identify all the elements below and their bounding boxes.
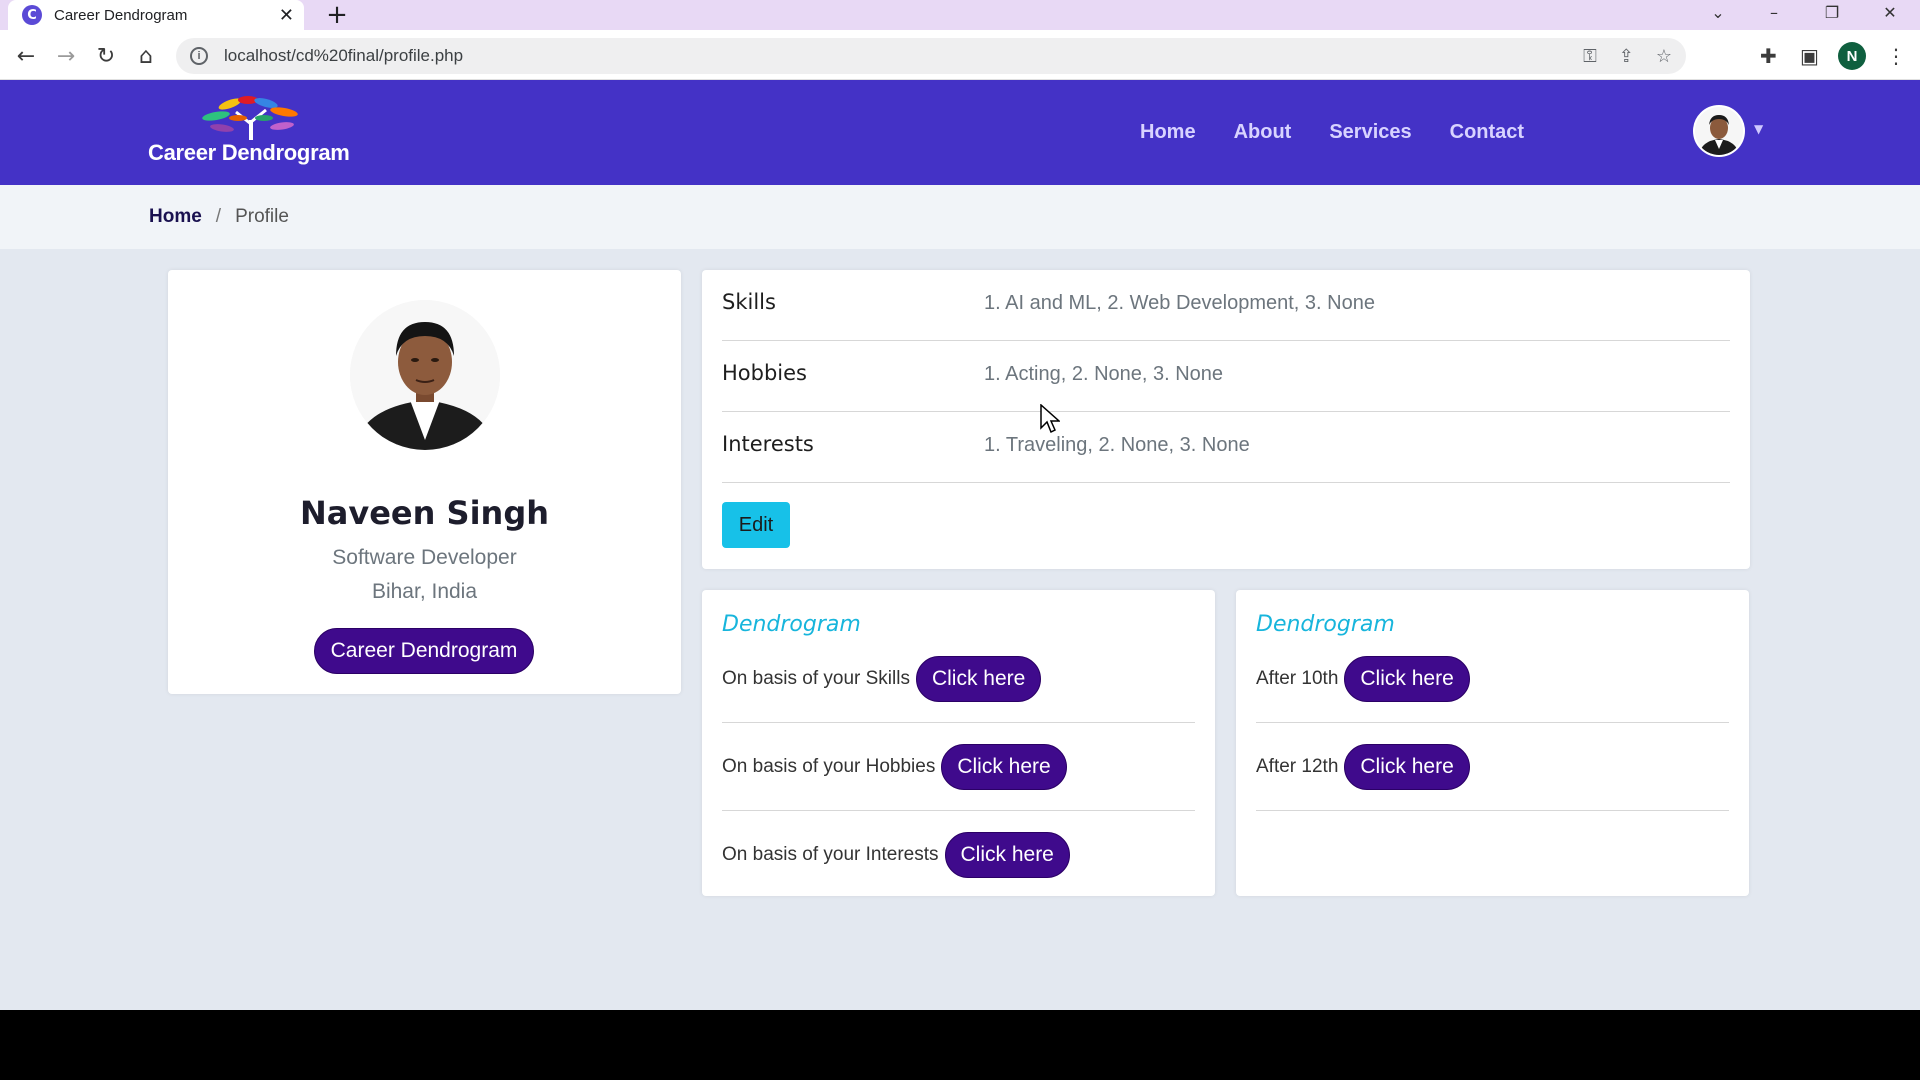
forward-icon[interactable]: → — [50, 40, 82, 72]
career-dendrogram-button[interactable]: Career Dendrogram — [314, 628, 534, 674]
edit-button[interactable]: Edit — [722, 502, 790, 548]
dendrogram-row-skills: On basis of your Skills Click here — [722, 635, 1195, 723]
dendrogram-card-education: Dendrogram After 10th Click here After 1… — [1236, 590, 1749, 896]
logo-text: Career Dendrogram — [148, 140, 350, 165]
extensions-icon[interactable]: ✚ — [1760, 44, 1777, 68]
close-window-button[interactable]: ✕ — [1870, 0, 1910, 24]
click-here-hobbies-button[interactable]: Click here — [941, 743, 1067, 790]
info-row-interests: Interests 1. Traveling, 2. None, 3. None — [722, 412, 1730, 483]
info-value: 1. AI and ML, 2. Web Development, 3. Non… — [984, 292, 1375, 314]
dendrogram-row-text: On basis of your Interests — [722, 844, 939, 865]
info-label: Hobbies — [722, 361, 807, 385]
site-info-icon[interactable]: i — [190, 47, 208, 65]
profile-photo — [350, 300, 500, 450]
dendrogram-row-text: After 12th — [1256, 755, 1339, 777]
taskbar-area — [0, 1010, 1920, 1080]
browser-profile-avatar[interactable]: N — [1838, 42, 1866, 70]
breadcrumb-current: Profile — [235, 206, 289, 227]
user-avatar-image — [1695, 107, 1743, 155]
mouse-cursor-icon — [1040, 404, 1060, 434]
site-logo[interactable]: Career Dendrogram — [148, 94, 368, 174]
home-icon[interactable]: ⌂ — [130, 40, 162, 72]
info-label: Skills — [722, 290, 776, 314]
breadcrumb-separator: / — [215, 206, 222, 227]
breadcrumb-home-link[interactable]: Home — [149, 206, 202, 228]
browser-tab-bar: C Career Dendrogram ✕ + ⌄ – ❐ ✕ — [0, 0, 1920, 30]
tab-search-icon[interactable]: ⌄ — [1698, 0, 1738, 24]
info-card: Skills 1. AI and ML, 2. Web Development,… — [702, 270, 1750, 569]
dendrogram-row-text: On basis of your Hobbies — [722, 755, 936, 777]
dendrogram-row-interests: On basis of your Interests Click here — [722, 811, 1195, 899]
profile-card: Naveen Singh Software Developer Bihar, I… — [168, 270, 681, 694]
profile-location: Bihar, India — [371, 580, 478, 603]
dendrogram-row-10th: After 10th Click here — [1256, 635, 1729, 723]
logo-tree-icon — [202, 96, 298, 140]
profile-role: Software Developer — [332, 546, 517, 569]
nav-contact[interactable]: Contact — [1450, 121, 1524, 144]
info-row-hobbies: Hobbies 1. Acting, 2. None, 3. None — [722, 341, 1730, 412]
share-icon[interactable]: ⇪ — [1619, 46, 1634, 67]
tab-title: Career Dendrogram — [54, 6, 188, 24]
reload-icon[interactable]: ↻ — [90, 40, 122, 72]
info-value: 1. Traveling, 2. None, 3. None — [984, 434, 1250, 456]
click-here-skills-button[interactable]: Click here — [915, 655, 1042, 702]
profile-name: Naveen Singh — [299, 494, 550, 532]
dendrogram-row-12th: After 12th Click here — [1256, 723, 1729, 811]
info-value: 1. Acting, 2. None, 3. None — [984, 363, 1224, 385]
page-viewport: Career Dendrogram Home About Services Co… — [0, 80, 1920, 1010]
dendrogram-row-text: On basis of your Skills — [722, 667, 910, 689]
side-panel-icon[interactable]: ▣ — [1800, 44, 1819, 68]
info-row-skills: Skills 1. AI and ML, 2. Web Development,… — [722, 270, 1730, 341]
profile-photo-image — [350, 300, 500, 450]
browser-toolbar: ← → ↻ ⌂ i localhost/cd%20final/profile.p… — [0, 30, 1920, 80]
bookmark-star-icon[interactable]: ☆ — [1656, 46, 1672, 67]
tab-favicon-icon: C — [22, 5, 42, 25]
new-tab-button[interactable]: + — [322, 0, 352, 30]
back-icon[interactable]: ← — [10, 40, 42, 72]
dendrogram-row-hobbies: On basis of your Hobbies Click here — [722, 723, 1195, 811]
restore-button[interactable]: ❐ — [1812, 0, 1852, 24]
dendrogram-card-basis: Dendrogram On basis of your Skills Click… — [702, 590, 1215, 896]
nav-home[interactable]: Home — [1140, 121, 1196, 144]
dendrogram-row-text: After 10th — [1256, 667, 1339, 689]
key-icon[interactable]: ⚿ — [1583, 46, 1597, 67]
minimize-button[interactable]: – — [1754, 0, 1794, 24]
dropdown-caret-icon[interactable]: ▼ — [1754, 122, 1763, 136]
url-text[interactable]: localhost/cd%20final/profile.php — [224, 46, 1561, 66]
click-here-10th-button[interactable]: Click here — [1344, 655, 1470, 702]
click-here-interests-button[interactable]: Click here — [944, 832, 1070, 878]
user-avatar[interactable] — [1693, 105, 1745, 157]
menu-dots-icon[interactable]: ⋮ — [1886, 44, 1906, 68]
info-label: Interests — [722, 432, 814, 456]
main-nav: Home About Services Contact — [1140, 80, 1562, 185]
nav-about[interactable]: About — [1234, 121, 1292, 144]
close-tab-icon[interactable]: ✕ — [279, 5, 294, 26]
dendrogram-title: Dendrogram — [1256, 612, 1395, 637]
click-here-12th-button[interactable]: Click here — [1344, 743, 1470, 790]
nav-services[interactable]: Services — [1329, 121, 1411, 144]
dendrogram-title: Dendrogram — [722, 612, 861, 637]
address-bar[interactable]: i localhost/cd%20final/profile.php ⚿ ⇪ ☆ — [176, 38, 1686, 74]
browser-tab[interactable]: C Career Dendrogram ✕ — [8, 0, 304, 30]
site-header: Career Dendrogram Home About Services Co… — [0, 80, 1920, 185]
breadcrumb: Home / Profile — [0, 185, 1920, 249]
